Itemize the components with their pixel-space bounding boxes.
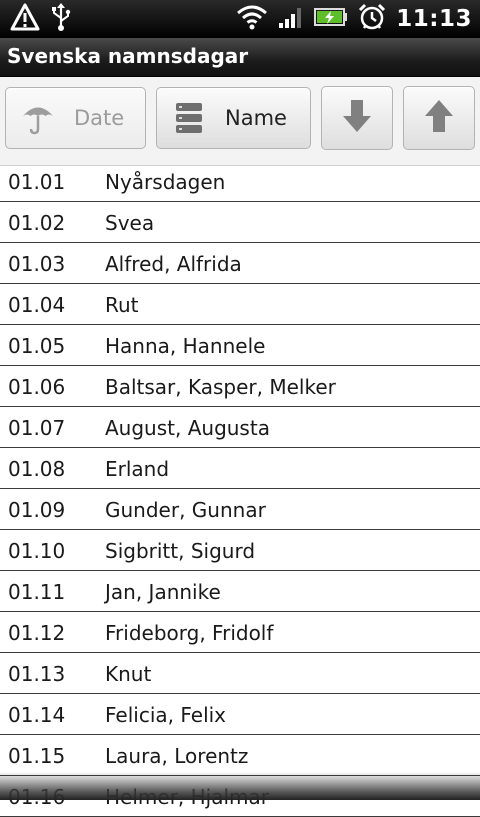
list-item-names: Gunder, Gunnar	[105, 498, 266, 522]
list-item-names: August, Augusta	[105, 416, 270, 440]
status-time: 11:13	[396, 6, 472, 32]
list-item-date: 01.02	[8, 211, 66, 235]
list-item-date: 01.01	[8, 170, 66, 194]
list-item-names: Sigbritt, Sigurd	[105, 539, 256, 563]
sort-by-name-button[interactable]: Name	[156, 87, 311, 149]
list-item-date: 01.16	[8, 785, 66, 809]
list-item[interactable]: 01.11 Jan, Jannike	[0, 571, 480, 612]
list-item[interactable]: 01.02 Svea	[0, 202, 480, 243]
list-item[interactable]: 01.15 Laura, Lorentz	[0, 735, 480, 776]
list-item-names: Laura, Lorentz	[105, 744, 249, 768]
list-item[interactable]: 01.13 Knut	[0, 653, 480, 694]
list-item-date: 01.09	[8, 498, 66, 522]
list-item[interactable]: 01.09 Gunder, Gunnar	[0, 489, 480, 530]
name-day-list: 01.01 Nyårsdagen 01.02 Svea 01.03 Alfred, A…	[0, 161, 480, 817]
list-item-date: 01.10	[8, 539, 66, 563]
list-item-names: Erland	[105, 457, 170, 481]
sort-by-date-button[interactable]: Date	[5, 87, 146, 149]
app-title: Svenska namnsdagar	[7, 44, 249, 68]
arrow-down-icon	[341, 98, 373, 138]
list-item-names: Felicia, Felix	[105, 703, 227, 727]
list-item-names: Frideborg, Fridolf	[105, 621, 274, 645]
battery-charging-icon	[314, 7, 348, 31]
list-item-date: 01.05	[8, 334, 66, 358]
list-item-date: 01.06	[8, 375, 66, 399]
list-item-date: 01.13	[8, 662, 66, 686]
umbrella-icon	[20, 100, 56, 136]
list-item[interactable]: 01.05 Hanna, Hannele	[0, 325, 480, 366]
list-item-names: Nyårsdagen	[105, 170, 226, 194]
alarm-icon	[358, 3, 386, 35]
sort-ascending-button[interactable]	[403, 86, 475, 150]
list-item[interactable]: 01.10 Sigbritt, Sigurd	[0, 530, 480, 571]
list-item[interactable]: 01.04 Rut	[0, 284, 480, 325]
list-item-names: Helmer, Hjalmar	[105, 785, 269, 809]
name-label: Name	[225, 106, 287, 130]
date-label: Date	[74, 106, 125, 130]
list-item[interactable]: 01.14 Felicia, Felix	[0, 694, 480, 735]
list-item[interactable]: 01.07 August, Augusta	[0, 407, 480, 448]
list-item-date: 01.14	[8, 703, 66, 727]
list-item[interactable]: 01.16 Helmer, Hjalmar	[0, 776, 480, 817]
arrow-up-icon	[423, 98, 455, 138]
list-item-date: 01.08	[8, 457, 66, 481]
list-item-date: 01.15	[8, 744, 66, 768]
list-item-names: Svea	[105, 211, 155, 235]
list-item-names: Rut	[105, 293, 139, 317]
list-item-date: 01.03	[8, 252, 66, 276]
list-item-names: Knut	[105, 662, 152, 686]
list-item[interactable]: 01.08 Erland	[0, 448, 480, 489]
list-item-date: 01.11	[8, 580, 66, 604]
status-bar: 11:13	[0, 0, 480, 38]
list-item-date: 01.12	[8, 621, 66, 645]
list-item-names: Baltsar, Kasper, Melker	[105, 375, 336, 399]
wifi-icon	[236, 4, 268, 34]
list-item-names: Jan, Jannike	[105, 580, 221, 604]
list-item-date: 01.04	[8, 293, 66, 317]
list-item[interactable]: 01.12 Frideborg, Fridolf	[0, 612, 480, 653]
list-item[interactable]: 01.01 Nyårsdagen	[0, 161, 480, 202]
sort-descending-button[interactable]	[321, 86, 393, 150]
list-item[interactable]: 01.06 Baltsar, Kasper, Melker	[0, 366, 480, 407]
list-item-names: Alfred, Alfrida	[105, 252, 242, 276]
signal-icon	[278, 5, 304, 33]
list-item-names: Hanna, Hannele	[105, 334, 266, 358]
usb-icon	[50, 2, 72, 36]
sort-toolbar: Date Name	[0, 77, 480, 166]
list-item-date: 01.07	[8, 416, 66, 440]
list-item[interactable]: 01.03 Alfred, Alfrida	[0, 243, 480, 284]
app-title-bar: Svenska namnsdagar	[0, 38, 480, 77]
list-icon	[171, 100, 207, 136]
warning-icon	[10, 3, 40, 35]
